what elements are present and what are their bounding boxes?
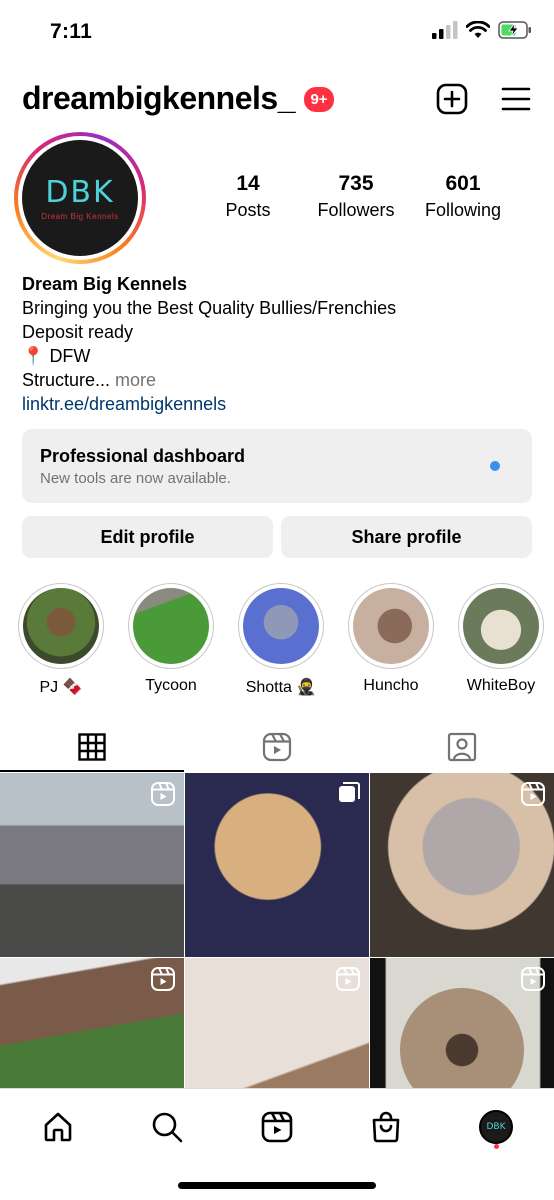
plus-square-icon bbox=[436, 83, 468, 115]
highlight-label: Tycoon bbox=[145, 677, 197, 694]
nav-profile[interactable]: DBK bbox=[474, 1105, 518, 1149]
highlight-cover bbox=[353, 588, 429, 664]
professional-dashboard[interactable]: Professional dashboard New tools are now… bbox=[22, 429, 532, 503]
bio-more-link[interactable]: more bbox=[115, 370, 156, 390]
highlight-cover bbox=[133, 588, 209, 664]
stat-value: 601 bbox=[445, 172, 481, 195]
profile-notification-dot bbox=[494, 1144, 499, 1149]
highlight-cover bbox=[23, 588, 99, 664]
stat-following[interactable]: 601 Following bbox=[413, 172, 513, 221]
tagged-person-icon bbox=[447, 732, 477, 762]
bio-line: Structure... more bbox=[22, 370, 157, 390]
highlight-label: PJ 🍫 bbox=[39, 679, 83, 696]
highlight-label: Shotta 🥷 bbox=[245, 679, 317, 696]
reels-icon bbox=[262, 732, 292, 762]
highlight-cover bbox=[243, 588, 319, 664]
profile-display-name: Dream Big Kennels bbox=[22, 274, 188, 294]
signal-icon bbox=[432, 21, 458, 39]
highlight-label: WhiteBoy bbox=[466, 677, 536, 694]
profile-bio: Dream Big Kennels Bringing you the Best … bbox=[22, 272, 532, 416]
stat-followers[interactable]: 735 Followers bbox=[306, 172, 406, 221]
dashboard-subtitle: New tools are now available. bbox=[40, 470, 231, 487]
highlight-item[interactable]: Shotta 🥷 bbox=[238, 583, 324, 697]
highlight-item[interactable]: PJ 🍫 bbox=[18, 583, 104, 697]
menu-button[interactable] bbox=[499, 82, 533, 116]
reels-icon bbox=[261, 1111, 293, 1143]
post-thumbnail[interactable] bbox=[185, 773, 369, 957]
profile-avatar[interactable]: DBK Dream Big Kennels bbox=[14, 132, 146, 264]
nav-home[interactable] bbox=[36, 1105, 80, 1149]
search-icon bbox=[152, 1112, 183, 1143]
location-pin-icon: 📍 bbox=[22, 346, 45, 366]
stat-value: 14 bbox=[236, 172, 260, 195]
edit-profile-button[interactable]: Edit profile bbox=[22, 516, 273, 558]
highlight-label: Huncho bbox=[363, 677, 419, 694]
reel-icon bbox=[521, 967, 545, 991]
profile-header: dreambigkennels_ 9+ bbox=[0, 74, 554, 124]
hamburger-menu-icon bbox=[501, 87, 531, 111]
highlight-cover bbox=[463, 588, 539, 664]
avatar-logo-subtext: Dream Big Kennels bbox=[41, 212, 119, 221]
bio-line: Deposit ready bbox=[22, 322, 134, 342]
stat-label: Followers bbox=[317, 200, 395, 220]
bio-line-location: 📍 DFW bbox=[22, 346, 91, 366]
nav-search[interactable] bbox=[145, 1105, 189, 1149]
reel-icon bbox=[151, 782, 175, 806]
tab-posts-grid[interactable] bbox=[0, 722, 184, 772]
stat-label: Following bbox=[424, 200, 502, 220]
stat-value: 735 bbox=[338, 172, 374, 195]
status-time: 7:11 bbox=[50, 20, 93, 43]
share-profile-button[interactable]: Share profile bbox=[281, 516, 532, 558]
wifi-icon bbox=[466, 21, 490, 38]
dashboard-title: Professional dashboard bbox=[40, 446, 246, 466]
bio-link[interactable]: linktr.ee/dreambigkennels bbox=[22, 392, 532, 416]
post-thumbnail[interactable] bbox=[370, 773, 554, 957]
tab-reels[interactable] bbox=[185, 722, 369, 772]
battery-charging-icon bbox=[498, 21, 531, 39]
carousel-icon bbox=[339, 782, 360, 802]
profile-avatar-small: DBK bbox=[479, 1110, 513, 1144]
stat-posts[interactable]: 14 Posts bbox=[198, 172, 298, 221]
shopping-bag-icon bbox=[372, 1111, 400, 1143]
nav-shop[interactable] bbox=[364, 1105, 408, 1149]
home-icon bbox=[44, 1112, 72, 1142]
highlight-item[interactable]: Huncho bbox=[348, 583, 434, 695]
post-thumbnail[interactable] bbox=[0, 773, 184, 957]
avatar-image: DBK Dream Big Kennels bbox=[22, 140, 138, 256]
reel-icon bbox=[336, 967, 360, 991]
reel-icon bbox=[151, 967, 175, 991]
nav-reels[interactable] bbox=[255, 1105, 299, 1149]
reel-icon bbox=[521, 782, 545, 806]
grid-icon bbox=[78, 733, 106, 761]
active-tab-indicator bbox=[0, 770, 184, 772]
avatar-logo-text: DBK bbox=[45, 175, 115, 210]
highlight-item[interactable]: WhiteBoy bbox=[458, 583, 544, 695]
status-bar: 7:11 bbox=[0, 0, 554, 66]
stat-label: Posts bbox=[225, 200, 271, 220]
create-post-button[interactable] bbox=[435, 82, 469, 116]
notification-badge[interactable]: 9+ bbox=[304, 87, 334, 112]
username[interactable]: dreambigkennels_ bbox=[22, 80, 296, 117]
status-icons bbox=[432, 21, 532, 39]
tab-tagged[interactable] bbox=[370, 722, 554, 772]
unread-dot bbox=[490, 461, 500, 471]
home-indicator[interactable] bbox=[178, 1182, 376, 1189]
highlight-item[interactable]: Tycoon bbox=[128, 583, 214, 695]
bio-line: Bringing you the Best Quality Bullies/Fr… bbox=[22, 298, 397, 318]
